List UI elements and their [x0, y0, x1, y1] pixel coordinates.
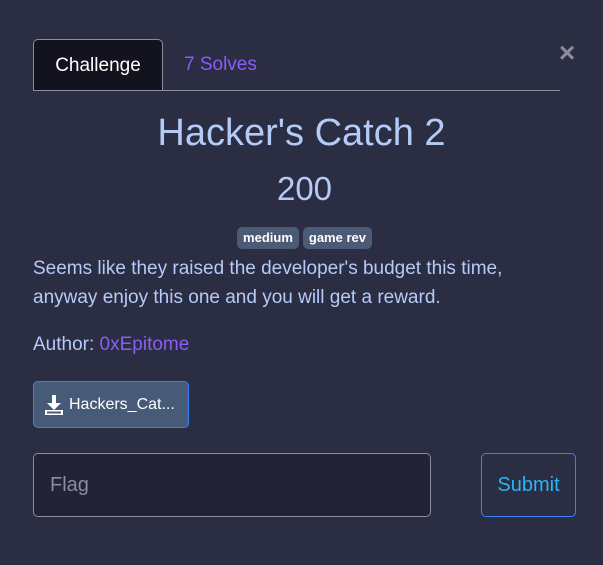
challenge-title: Hacker's Catch 2: [157, 112, 446, 154]
download-icon: [45, 394, 63, 415]
description-line: anyway enjoy this one and you will get a…: [33, 287, 441, 308]
tag-list: medium game rev: [0, 227, 603, 249]
tag-badge-category: game rev: [302, 227, 372, 249]
challenge-modal: × Challenge 7 Solves Hacker's Catch 2 20…: [0, 0, 603, 565]
submit-button[interactable]: Submit: [481, 453, 576, 517]
challenge-description: Seems like they raised the developer's b…: [33, 254, 573, 312]
tag-badge-difficulty: medium: [237, 227, 299, 249]
challenge-points: 200: [276, 170, 333, 207]
description-line: Seems like they raised the developer's b…: [33, 258, 503, 279]
download-file-button[interactable]: Hackers_Cat...: [33, 381, 189, 428]
tab-challenge[interactable]: Challenge: [33, 39, 163, 90]
file-name: Hackers_Cat...: [69, 395, 175, 413]
author-line: Author: 0xEpitome: [33, 334, 189, 356]
tab-bar: Challenge 7 Solves: [33, 39, 560, 91]
close-icon[interactable]: ×: [557, 39, 577, 67]
flag-input[interactable]: [33, 453, 431, 517]
author-link[interactable]: 0xEpitome: [100, 334, 190, 355]
tab-solves[interactable]: 7 Solves: [184, 39, 257, 90]
author-label: Author:: [33, 334, 95, 355]
